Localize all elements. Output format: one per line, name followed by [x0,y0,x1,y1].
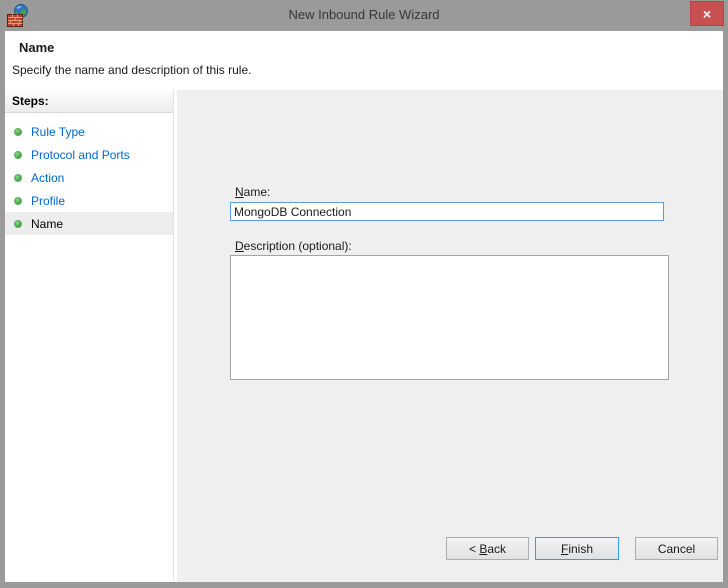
firewall-icon [7,3,29,27]
steps-header: Steps: [5,90,173,113]
cancel-button[interactable]: Cancel [635,537,718,560]
description-field-label: Description (optional): [235,239,352,253]
steps-list: Rule Type Protocol and Ports Action Prof… [5,120,173,235]
step-bullet-icon [14,220,22,228]
sidebar-item-name[interactable]: Name [5,212,173,235]
sidebar-item-rule-type[interactable]: Rule Type [5,120,173,143]
wizard-body: Steps: Rule Type Protocol and Ports Acti… [5,90,723,582]
step-bullet-icon [14,197,22,205]
step-label: Protocol and Ports [31,148,130,162]
page-header: Name Specify the name and description of… [5,31,723,90]
sidebar-item-protocol-and-ports[interactable]: Protocol and Ports [5,143,173,166]
rule-description-textarea[interactable] [230,255,669,380]
dialog-content: Name Specify the name and description of… [5,31,723,582]
step-label: Action [31,171,64,185]
step-label: Profile [31,194,65,208]
close-icon: × [703,6,711,22]
step-bullet-icon [14,151,22,159]
close-button[interactable]: × [690,1,724,26]
name-field-label: Name: [235,185,270,199]
wizard-window: New Inbound Rule Wizard × Name Specify t… [0,0,728,588]
finish-button[interactable]: Finish [535,537,619,560]
back-button[interactable]: < Back [446,537,529,560]
steps-sidebar: Steps: Rule Type Protocol and Ports Acti… [5,90,174,582]
sidebar-item-profile[interactable]: Profile [5,189,173,212]
page-subtitle: Specify the name and description of this… [5,55,723,77]
step-label: Name [31,217,63,231]
window-title: New Inbound Rule Wizard [0,0,728,30]
titlebar[interactable]: New Inbound Rule Wizard × [0,0,728,31]
sidebar-item-action[interactable]: Action [5,166,173,189]
step-bullet-icon [14,128,22,136]
step-label: Rule Type [31,125,85,139]
step-content-pane: Name: Description (optional): < Back Fin… [177,90,723,582]
rule-name-input[interactable] [230,202,664,221]
step-bullet-icon [14,174,22,182]
page-title: Name [5,31,723,55]
